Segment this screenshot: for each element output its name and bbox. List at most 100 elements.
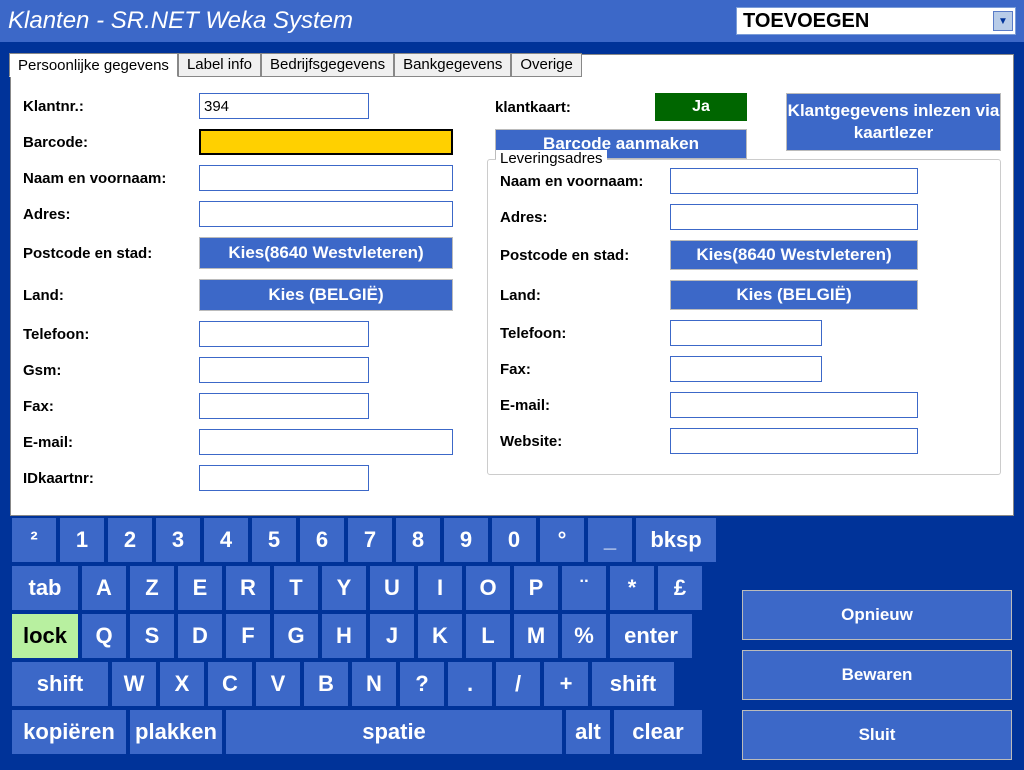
dlv-label-telefoon: Telefoon: [500, 325, 670, 342]
key-m[interactable]: M [514, 614, 558, 658]
bewaren-button[interactable]: Bewaren [742, 650, 1012, 700]
tab-bedrijfsgegevens[interactable]: Bedrijfsgegevens [261, 53, 394, 77]
tab-overige[interactable]: Overige [511, 53, 582, 77]
key-[interactable]: + [544, 662, 588, 706]
key-v[interactable]: V [256, 662, 300, 706]
key-e[interactable]: E [178, 566, 222, 610]
key-3[interactable]: 3 [156, 518, 200, 562]
key-shift[interactable]: shift [12, 662, 108, 706]
key-l[interactable]: L [466, 614, 510, 658]
dlv-email-input[interactable] [670, 392, 918, 418]
key-k[interactable]: K [418, 614, 462, 658]
key-6[interactable]: 6 [300, 518, 344, 562]
key-t[interactable]: T [274, 566, 318, 610]
key-g[interactable]: G [274, 614, 318, 658]
label-klantkaart: klantkaart: [495, 99, 655, 116]
key-0[interactable]: 0 [492, 518, 536, 562]
key-w[interactable]: W [112, 662, 156, 706]
klantgegevens-button[interactable]: Klantgegevens inlezen via kaartlezer [786, 93, 1001, 151]
key-s[interactable]: S [130, 614, 174, 658]
key-j[interactable]: J [370, 614, 414, 658]
key-p[interactable]: P [514, 566, 558, 610]
label-adres: Adres: [23, 206, 199, 223]
key-[interactable]: % [562, 614, 606, 658]
key-clear[interactable]: clear [614, 710, 702, 754]
tab-strip: Persoonlijke gegevens Label info Bedrijf… [9, 53, 582, 77]
mode-dropdown-value: TOEVOEGEN [737, 10, 993, 33]
key-[interactable]: * [610, 566, 654, 610]
fax-input[interactable] [199, 393, 369, 419]
key-y[interactable]: Y [322, 566, 366, 610]
tab-bankgegevens[interactable]: Bankgegevens [394, 53, 511, 77]
kies-land-button[interactable]: Kies (BELGIË) [199, 279, 453, 311]
key-2[interactable]: 2 [108, 518, 152, 562]
gsm-input[interactable] [199, 357, 369, 383]
email-input[interactable] [199, 429, 453, 455]
idkaart-input[interactable] [199, 465, 369, 491]
klantnr-input[interactable] [199, 93, 369, 119]
key-[interactable]: £ [658, 566, 702, 610]
key-1[interactable]: 1 [60, 518, 104, 562]
opnieuw-button[interactable]: Opnieuw [742, 590, 1012, 640]
key-8[interactable]: 8 [396, 518, 440, 562]
dlv-website-input[interactable] [670, 428, 918, 454]
dlv-adres-input[interactable] [670, 204, 918, 230]
key-lock[interactable]: lock [12, 614, 78, 658]
key-i[interactable]: I [418, 566, 462, 610]
key-4[interactable]: 4 [204, 518, 248, 562]
tab-persoonlijke[interactable]: Persoonlijke gegevens [9, 53, 178, 77]
label-telefoon: Telefoon: [23, 326, 199, 343]
key-h[interactable]: H [322, 614, 366, 658]
tab-label-info[interactable]: Label info [178, 53, 261, 77]
key-[interactable]: ° [540, 518, 584, 562]
key-[interactable]: ² [12, 518, 56, 562]
key-u[interactable]: U [370, 566, 414, 610]
key-d[interactable]: D [178, 614, 222, 658]
dlv-kies-postcode-button[interactable]: Kies(8640 Westvleteren) [670, 240, 918, 270]
key-[interactable]: / [496, 662, 540, 706]
key-alt[interactable]: alt [566, 710, 610, 754]
dlv-label-website: Website: [500, 433, 670, 450]
key-z[interactable]: Z [130, 566, 174, 610]
key-x[interactable]: X [160, 662, 204, 706]
label-barcode: Barcode: [23, 134, 199, 151]
dlv-naam-input[interactable] [670, 168, 918, 194]
key-spatie[interactable]: spatie [226, 710, 562, 754]
key-[interactable]: _ [588, 518, 632, 562]
telefoon-input[interactable] [199, 321, 369, 347]
key-[interactable]: ¨ [562, 566, 606, 610]
kies-postcode-button[interactable]: Kies(8640 Westvleteren) [199, 237, 453, 269]
dlv-label-adres: Adres: [500, 209, 670, 226]
key-q[interactable]: Q [82, 614, 126, 658]
klantkaart-ja-button[interactable]: Ja [655, 93, 747, 121]
key-7[interactable]: 7 [348, 518, 392, 562]
key-9[interactable]: 9 [444, 518, 488, 562]
key-tab[interactable]: tab [12, 566, 78, 610]
sluit-button[interactable]: Sluit [742, 710, 1012, 760]
dlv-telefoon-input[interactable] [670, 320, 822, 346]
naam-input[interactable] [199, 165, 453, 191]
key-r[interactable]: R [226, 566, 270, 610]
key-[interactable]: ? [400, 662, 444, 706]
key-b[interactable]: B [304, 662, 348, 706]
dlv-fax-input[interactable] [670, 356, 822, 382]
key-plakken[interactable]: plakken [130, 710, 222, 754]
key-enter[interactable]: enter [610, 614, 692, 658]
leveringsadres-legend: Leveringsadres [496, 150, 607, 167]
dlv-kies-land-button[interactable]: Kies (BELGIË) [670, 280, 918, 310]
barcode-input[interactable] [199, 129, 453, 155]
key-[interactable]: . [448, 662, 492, 706]
key-5[interactable]: 5 [252, 518, 296, 562]
key-a[interactable]: A [82, 566, 126, 610]
key-f[interactable]: F [226, 614, 270, 658]
key-o[interactable]: O [466, 566, 510, 610]
dlv-label-land: Land: [500, 287, 670, 304]
key-n[interactable]: N [352, 662, 396, 706]
key-c[interactable]: C [208, 662, 252, 706]
key-kopiren[interactable]: kopiëren [12, 710, 126, 754]
key-bksp[interactable]: bksp [636, 518, 716, 562]
mode-dropdown[interactable]: TOEVOEGEN ▼ [736, 7, 1016, 35]
key-shift[interactable]: shift [592, 662, 674, 706]
label-land: Land: [23, 287, 199, 304]
adres-input[interactable] [199, 201, 453, 227]
